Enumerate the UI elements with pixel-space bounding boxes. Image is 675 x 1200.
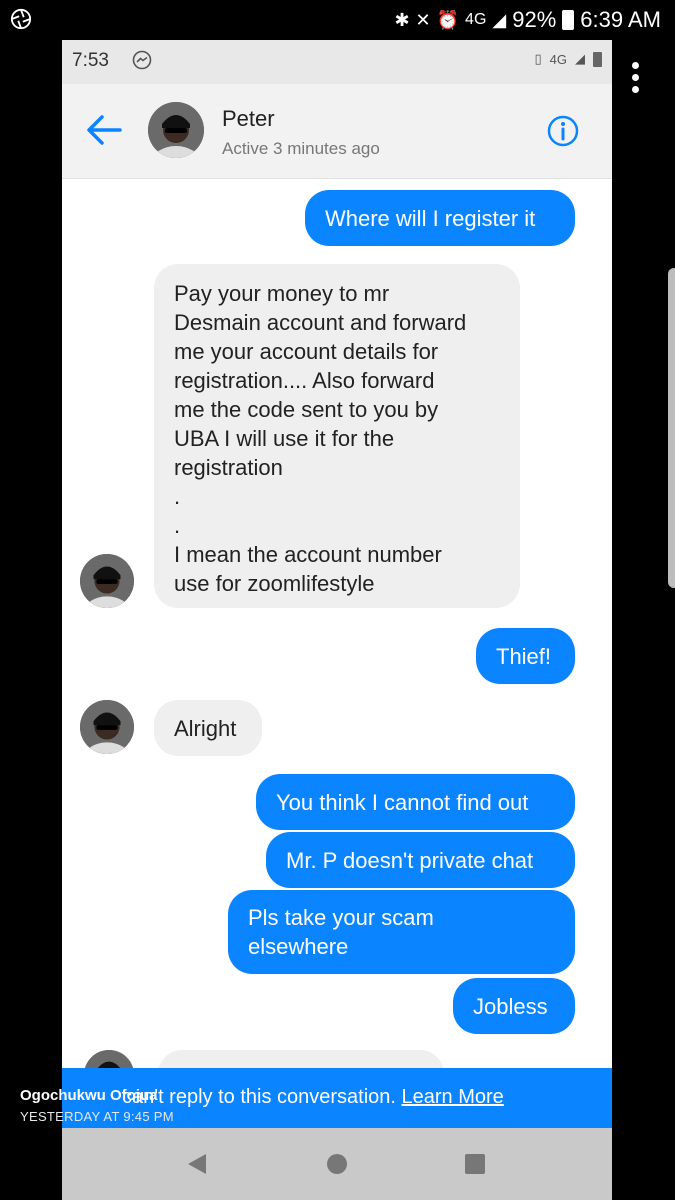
message-line: me the code sent to you by [174, 397, 439, 422]
message-bubble-received[interactable]: Pay your money to mr Desmain account and… [154, 264, 520, 608]
inner-clock: 7:53 [72, 50, 109, 71]
message-line: Pls take your scam [248, 905, 434, 930]
camera-aperture-icon [10, 8, 32, 30]
message-text: Where will I register it [325, 206, 536, 231]
message-text: Alright [174, 716, 237, 741]
banner-message: can't reply to this conversation. [122, 1086, 396, 1108]
message-bubble-sent[interactable]: Thief! [476, 628, 575, 684]
message-line: use for zoomlifestyle [174, 571, 375, 596]
messenger-screenshot: 7:53 ▯ 4G ◢ Peter Active 3 minutes ago W… [62, 40, 612, 1200]
nav-recents-icon[interactable] [464, 1152, 486, 1176]
inner-status-icons: ▯ 4G ◢ [534, 51, 602, 67]
battery-percent: 92% [512, 7, 557, 32]
inner-status-bar: 7:53 ▯ 4G ◢ [62, 40, 612, 84]
nav-home-icon[interactable] [326, 1152, 348, 1176]
alarm-icon: ⏰ [436, 9, 460, 30]
message-text: You think I cannot find out [276, 790, 529, 815]
contact-name: Peter [222, 106, 275, 131]
active-status: Active 3 minutes ago [222, 139, 380, 158]
post-timestamp: YESTERDAY AT 9:45 PM [20, 1109, 174, 1124]
message-text: Jobless [473, 994, 548, 1019]
conversation-header: Peter Active 3 minutes ago [62, 84, 612, 179]
outer-clock: 6:39 AM [580, 7, 661, 32]
messenger-notification-icon [132, 50, 152, 70]
message-line: I mean the account number [174, 542, 442, 567]
battery-icon [562, 10, 575, 30]
message-bubble-sent[interactable]: You think I cannot find out [256, 774, 575, 830]
message-line: registration.... Also forward [174, 368, 435, 393]
back-arrow-icon[interactable] [84, 112, 124, 148]
sender-avatar[interactable] [80, 700, 134, 754]
inner-signal-icon: ◢ [575, 51, 585, 66]
message-bubble-sent[interactable]: Pls take your scam elsewhere [228, 890, 575, 974]
post-author-name[interactable]: Ogochukwu Ofojua [20, 1087, 158, 1104]
contact-avatar[interactable] [148, 102, 204, 158]
message-line: . [174, 484, 181, 509]
message-bubble-received[interactable]: Alright [154, 700, 262, 756]
banner-text: can't reply to this conversation. Learn … [122, 1086, 504, 1109]
side-panel-handle[interactable] [668, 268, 675, 588]
message-line: UBA I will use it for the [174, 426, 395, 451]
bluetooth-icon: ✱ [394, 9, 410, 30]
message-line: Pay your money to mr [174, 281, 390, 306]
message-text: Thief! [496, 644, 552, 669]
mute-icon: ✕ [415, 9, 431, 30]
message-bubble-sent[interactable]: Where will I register it [305, 190, 575, 246]
message-bubble-sent[interactable]: Mr. P doesn't private chat [266, 832, 575, 888]
more-options-icon[interactable] [628, 62, 642, 98]
message-line: me your account details for [174, 339, 439, 364]
android-nav-bar [62, 1128, 612, 1200]
info-icon[interactable] [546, 114, 580, 148]
sender-avatar[interactable] [80, 554, 134, 608]
inner-battery-icon [593, 51, 602, 67]
signal-icon: ◢ [492, 9, 507, 30]
outer-status-right: ✱ ✕ ⏰ 4G ◢ 92% 6:39 AM [394, 5, 661, 35]
message-line: Desmain account and forward [174, 310, 467, 335]
message-bubble-sent[interactable]: Jobless [453, 978, 575, 1034]
learn-more-link[interactable]: Learn More [402, 1086, 504, 1108]
inner-network-label: 4G [549, 51, 567, 67]
message-line: . [174, 513, 181, 538]
network-type-label: 4G [465, 11, 487, 28]
vibrate-icon: ▯ [534, 51, 542, 66]
message-line: elsewhere [248, 934, 349, 959]
message-line: registration [174, 455, 283, 480]
message-text: Mr. P doesn't private chat [286, 848, 534, 873]
nav-back-icon[interactable] [186, 1152, 208, 1176]
outer-status-bar: ✱ ✕ ⏰ 4G ◢ 92% 6:39 AM [0, 0, 675, 40]
